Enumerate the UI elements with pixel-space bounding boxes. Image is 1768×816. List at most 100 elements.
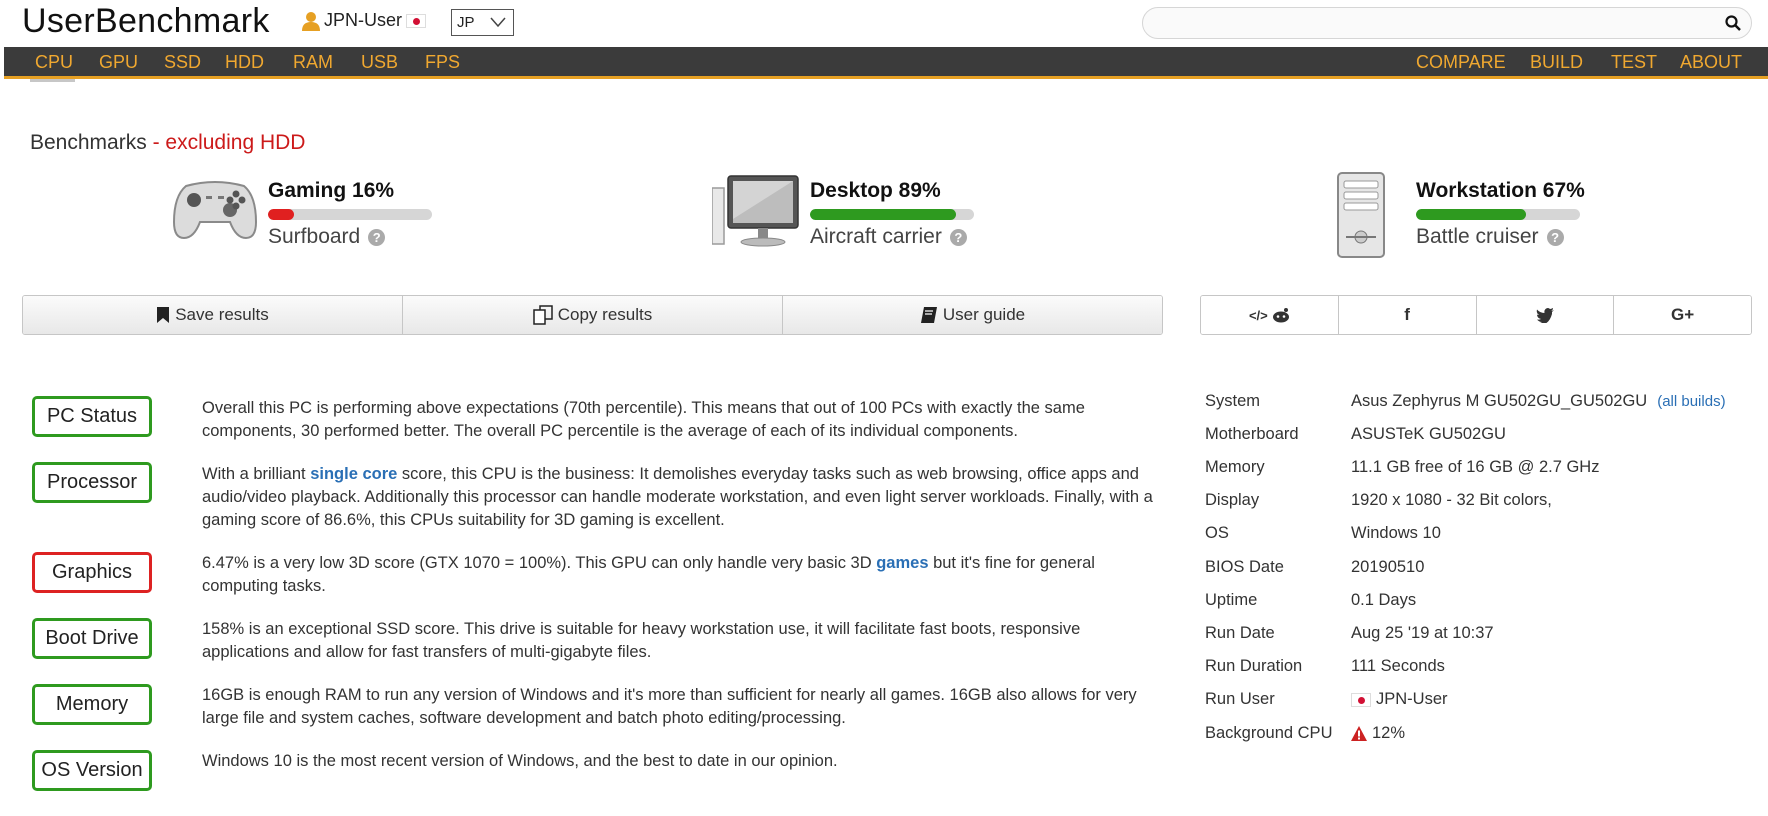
nav-ssd[interactable]: SSD — [164, 52, 201, 73]
embed-code-icon: </> — [1248, 307, 1268, 323]
spec-row-uptime: Uptime 0.1 Days — [1205, 591, 1765, 624]
spec-row-run-duration: Run Duration 111 Seconds — [1205, 657, 1765, 690]
spec-key: Run User — [1205, 690, 1275, 708]
copy-results-button[interactable]: Copy results — [403, 296, 783, 334]
nav-hdd[interactable]: HDD — [225, 52, 264, 73]
help-icon[interactable]: ? — [949, 228, 967, 246]
spec-row-memory: Memory 11.1 GB free of 16 GB @ 2.7 GHz — [1205, 458, 1765, 491]
games-link[interactable]: games — [876, 554, 928, 572]
locale-value: JP — [457, 14, 475, 31]
book-icon — [920, 307, 937, 323]
spec-key: Uptime — [1205, 591, 1258, 609]
spec-value: 1920 x 1080 - 32 Bit colors, — [1351, 491, 1552, 509]
workstation-rank: Battle cruiser ? — [1416, 225, 1564, 249]
nav-cpu[interactable]: CPU — [35, 52, 73, 73]
nav-about[interactable]: ABOUT — [1680, 52, 1742, 73]
nav-fps[interactable]: FPS — [425, 52, 460, 73]
twitter-share-button[interactable] — [1476, 296, 1615, 334]
spec-value: 11.1 GB free of 16 GB @ 2.7 GHz — [1351, 458, 1600, 476]
graphics-badge[interactable]: Graphics — [32, 552, 152, 593]
top-header: UserBenchmark JPN-User JP — [0, 0, 1768, 47]
spec-row-os: OS Windows 10 — [1205, 524, 1765, 557]
spec-key: Display — [1205, 491, 1260, 509]
boot-drive-badge[interactable]: Boot Drive — [32, 618, 152, 659]
desktop-rank-label: Aircraft carrier — [810, 225, 942, 248]
gaming-progress-bar — [268, 209, 432, 220]
reddit-icon — [1272, 308, 1289, 323]
gamepad-icon — [172, 181, 258, 240]
spec-key: System — [1205, 392, 1261, 410]
spec-value: Aug 25 '19 at 10:37 — [1351, 624, 1494, 642]
os-version-badge[interactable]: OS Version — [32, 750, 152, 791]
processor-badge[interactable]: Processor — [32, 462, 152, 503]
memory-badge[interactable]: Memory — [32, 684, 152, 725]
warning-icon — [1351, 726, 1367, 741]
locale-select[interactable]: JP — [451, 9, 514, 36]
gaming-rank-label: Surfboard — [268, 225, 361, 248]
reddit-embed-button[interactable]: </> — [1201, 296, 1339, 334]
user-guide-button[interactable]: User guide — [783, 296, 1162, 334]
memory-description: 16GB is enough RAM to run any version of… — [202, 686, 1137, 727]
spec-value: Windows 10 — [1351, 524, 1441, 542]
processor-text-start: With a brilliant — [202, 465, 311, 483]
nav-gpu[interactable]: GPU — [99, 52, 138, 73]
workstation-progress-bar — [1416, 209, 1580, 220]
nav-usb[interactable]: USB — [361, 52, 398, 73]
scrolled-heading-remnant — [30, 79, 550, 89]
spec-value: 12% — [1351, 724, 1405, 743]
run-user-name[interactable]: JPN-User — [1376, 690, 1448, 709]
twitter-icon — [1535, 307, 1554, 323]
spec-value: JPN-User — [1351, 690, 1448, 709]
nav-ram[interactable]: RAM — [293, 52, 333, 73]
benchmarks-heading: Benchmarks - excluding HDD — [30, 131, 305, 155]
facebook-share-button[interactable]: f — [1338, 296, 1477, 334]
spec-key: Run Duration — [1205, 657, 1303, 675]
desktop-icon — [712, 175, 799, 247]
desktop-progress-bar — [810, 209, 974, 220]
search-icon[interactable] — [1725, 15, 1741, 31]
spec-value: ASUSTeK GU502GU — [1351, 425, 1506, 443]
spec-row-bios-date: BIOS Date 20190510 — [1205, 558, 1765, 591]
bookmark-icon — [157, 307, 170, 323]
chevron-down-icon — [490, 17, 506, 28]
googleplus-icon: G+ — [1671, 305, 1695, 324]
spec-row-system: System Asus Zephyrus M GU502GU_GU502GU (a… — [1205, 392, 1765, 425]
desktop-score-label: Desktop 89% — [810, 179, 941, 202]
spec-key: BIOS Date — [1205, 558, 1284, 576]
nav-build[interactable]: BUILD — [1530, 52, 1583, 73]
benchmarks-title: Benchmarks — [30, 131, 147, 154]
spec-value: 111 Seconds — [1351, 657, 1445, 675]
os-version-description: Windows 10 is the most recent version of… — [202, 752, 838, 770]
site-logo[interactable]: UserBenchmark — [22, 0, 270, 42]
nav-compare[interactable]: COMPARE — [1416, 52, 1506, 73]
googleplus-share-button[interactable]: G+ — [1614, 296, 1751, 334]
spec-key: Memory — [1205, 458, 1265, 476]
spec-value: 0.1 Days — [1351, 591, 1417, 609]
desktop-progress-fill — [810, 209, 956, 220]
spec-row-motherboard: Motherboard ASUSTeK GU502GU — [1205, 425, 1765, 458]
copy-icon — [533, 305, 553, 325]
workstation-rank-label: Battle cruiser — [1416, 225, 1539, 248]
facebook-icon: f — [1404, 305, 1410, 324]
nav-test[interactable]: TEST — [1611, 52, 1657, 73]
copy-results-label: Copy results — [557, 305, 653, 324]
help-icon[interactable]: ? — [1546, 228, 1564, 246]
gaming-score-label: Gaming 16% — [268, 179, 395, 202]
japan-flag-icon — [406, 13, 427, 28]
user-icon — [302, 11, 320, 31]
save-results-button[interactable]: Save results — [23, 296, 403, 334]
spec-key: Background CPU — [1205, 724, 1333, 742]
pc-status-badge[interactable]: PC Status — [32, 396, 152, 437]
spec-row-run-date: Run Date Aug 25 '19 at 10:37 — [1205, 624, 1765, 657]
search-input[interactable] — [1142, 7, 1752, 39]
japan-flag-icon — [1351, 692, 1371, 707]
spec-key: Run Date — [1205, 624, 1275, 642]
spec-value: 20190510 — [1351, 558, 1425, 576]
workstation-icon — [1337, 172, 1385, 258]
all-builds-link[interactable]: (all builds) — [1657, 393, 1725, 410]
spec-row-background-cpu: Background CPU 12% — [1205, 724, 1765, 757]
single-core-link[interactable]: single core — [310, 465, 397, 483]
help-icon[interactable]: ? — [368, 228, 386, 246]
user-menu[interactable]: JPN-User — [302, 10, 427, 31]
workstation-progress-fill — [1416, 209, 1526, 220]
